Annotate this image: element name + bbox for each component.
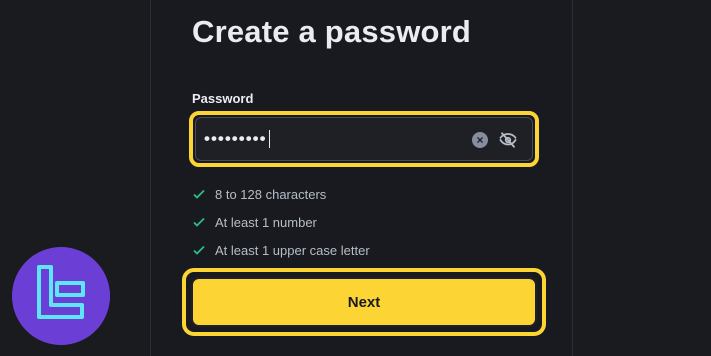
rule-text: At least 1 number [215,214,317,230]
clear-icon[interactable]: × [472,132,488,148]
rule-item: 8 to 128 characters [192,180,370,208]
rule-text: 8 to 128 characters [215,186,327,202]
password-rules: 8 to 128 characters At least 1 number At… [192,180,370,264]
password-card: Create a password Password ••••••••• × 8… [150,0,573,356]
text-caret [268,130,270,148]
eye-slash-icon[interactable] [498,131,518,149]
page: Create a password Password ••••••••• × 8… [0,0,711,356]
password-value: ••••••••• [204,129,267,148]
check-icon [193,217,205,227]
rule-text: At least 1 upper case letter [215,242,370,258]
brand-logo-icon [12,247,110,345]
next-button[interactable]: Next [191,277,537,327]
rule-item: At least 1 number [192,208,370,236]
right-backdrop [573,0,711,356]
rule-item: At least 1 upper case letter [192,236,370,264]
page-title: Create a password [192,14,472,49]
password-label: Password [192,91,254,106]
check-icon [193,189,205,199]
password-input[interactable]: ••••••••• × [195,117,533,161]
check-icon [193,245,205,255]
